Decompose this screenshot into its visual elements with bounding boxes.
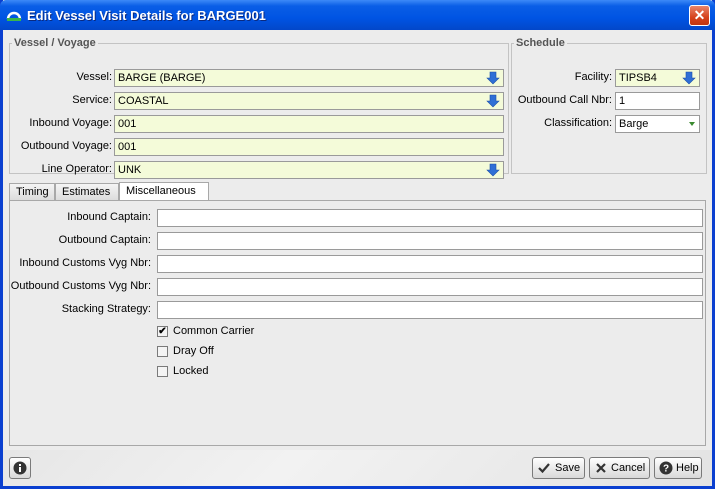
outbound-call-nbr-row: Outbound Call Nbr: 1 — [512, 92, 706, 110]
dray-off-label[interactable]: Dray Off — [173, 345, 214, 357]
outbound-voyage-input[interactable]: 001 — [114, 138, 504, 156]
tab-miscellaneous[interactable]: Miscellaneous — [119, 182, 209, 201]
arrow-down-icon[interactable] — [682, 71, 696, 85]
dialog-window: Edit Vessel Visit Details for BARGE001 ✕… — [0, 0, 715, 489]
x-icon — [596, 463, 606, 473]
vessel-row: Vessel: BARGE (BARGE) — [10, 69, 508, 87]
outbound-voyage-label: Outbound Voyage: — [20, 140, 112, 152]
info-button[interactable] — [9, 457, 31, 479]
cancel-button[interactable]: Cancel — [589, 457, 650, 479]
service-row: Service: COASTAL — [10, 92, 508, 110]
line-operator-dropdown[interactable]: UNK — [114, 161, 504, 179]
inbound-voyage-input[interactable]: 001 — [114, 115, 504, 133]
arrow-down-icon[interactable] — [486, 94, 500, 108]
facility-label: Facility: — [574, 71, 612, 83]
inbound-customs-input[interactable] — [157, 255, 703, 273]
inbound-captain-input[interactable] — [157, 209, 703, 227]
tab-timing[interactable]: Timing — [9, 183, 55, 200]
chevron-down-icon[interactable] — [689, 122, 695, 126]
checkmark-icon — [538, 463, 550, 474]
outbound-voyage-row: Outbound Voyage: 001 — [10, 138, 508, 156]
outbound-call-nbr-input[interactable]: 1 — [615, 92, 700, 110]
arrow-down-icon[interactable] — [486, 163, 500, 177]
locked-label[interactable]: Locked — [173, 365, 208, 377]
common-carrier-label[interactable]: Common Carrier — [173, 325, 254, 337]
outbound-call-nbr-label: Outbound Call Nbr: — [517, 94, 612, 106]
vessel-label: Vessel: — [76, 71, 112, 83]
dray-off-checkbox[interactable] — [157, 346, 168, 357]
outbound-captain-input[interactable] — [157, 232, 703, 250]
close-icon: ✕ — [693, 7, 706, 23]
stacking-strategy-input[interactable] — [157, 301, 703, 319]
button-bar: Save Cancel ? Help — [3, 450, 712, 486]
tab-timing-label: Timing — [16, 186, 49, 198]
vessel-voyage-group: Vessel / Voyage Vessel: BARGE (BARGE) Se… — [9, 37, 509, 179]
service-dropdown[interactable]: COASTAL — [114, 92, 504, 110]
inbound-customs-label: Inbound Customs Vyg Nbr: — [19, 257, 151, 269]
help-label: Help — [676, 462, 699, 474]
help-icon: ? — [659, 461, 673, 475]
classification-dropdown[interactable]: Barge — [615, 115, 700, 133]
vessel-value: BARGE (BARGE) — [118, 72, 206, 84]
facility-dropdown[interactable]: TIPSB4 — [615, 69, 700, 87]
info-icon — [13, 461, 27, 475]
inbound-captain-label: Inbound Captain: — [67, 211, 151, 223]
outbound-call-nbr-value: 1 — [619, 95, 626, 107]
svg-text:?: ? — [663, 464, 669, 475]
common-carrier-checkbox[interactable]: ✔ — [157, 326, 168, 337]
save-button[interactable]: Save — [532, 457, 585, 479]
inbound-voyage-label: Inbound Voyage: — [29, 117, 112, 129]
outbound-captain-label: Outbound Captain: — [58, 234, 151, 246]
title-bar[interactable]: Edit Vessel Visit Details for BARGE001 ✕ — [0, 0, 715, 30]
line-operator-value: UNK — [118, 164, 142, 176]
miscellaneous-panel: Inbound Captain: Outbound Captain: Inbou… — [9, 200, 706, 446]
classification-label: Classification: — [544, 117, 612, 129]
window-title: Edit Vessel Visit Details for BARGE001 — [27, 8, 266, 23]
vessel-voyage-legend: Vessel / Voyage — [14, 37, 96, 49]
tab-estimates[interactable]: Estimates — [55, 183, 119, 200]
save-label: Save — [555, 462, 581, 474]
classification-value: Barge — [619, 118, 649, 130]
outbound-voyage-value: 001 — [118, 141, 137, 153]
vessel-dropdown[interactable]: BARGE (BARGE) — [114, 69, 504, 87]
inbound-voyage-value: 001 — [118, 118, 137, 130]
classification-row: Classification: Barge — [512, 115, 706, 133]
facility-row: Facility: TIPSB4 — [512, 69, 706, 87]
locked-checkbox[interactable] — [157, 366, 168, 377]
cancel-label: Cancel — [611, 462, 646, 474]
tab-miscellaneous-label: Miscellaneous — [126, 185, 196, 197]
line-operator-label: Line Operator: — [41, 163, 112, 175]
schedule-legend: Schedule — [516, 37, 565, 49]
schedule-group: Schedule Facility: TIPSB4 Outbound Call … — [511, 37, 707, 174]
inbound-voyage-row: Inbound Voyage: 001 — [10, 115, 508, 133]
line-operator-row: Line Operator: UNK — [10, 161, 508, 179]
outbound-customs-label: Outbound Customs Vyg Nbr: — [10, 280, 151, 292]
dialog-content: Vessel / Voyage Vessel: BARGE (BARGE) Se… — [3, 30, 712, 486]
app-icon — [6, 11, 22, 21]
help-button[interactable]: ? Help — [654, 457, 702, 479]
arrow-down-icon[interactable] — [486, 71, 500, 85]
service-label: Service: — [72, 94, 112, 106]
service-value: COASTAL — [118, 95, 169, 107]
tab-estimates-label: Estimates — [62, 186, 111, 198]
outbound-customs-input[interactable] — [157, 278, 703, 296]
close-button[interactable]: ✕ — [689, 5, 710, 26]
facility-value: TIPSB4 — [619, 72, 657, 84]
stacking-strategy-label: Stacking Strategy: — [61, 303, 151, 315]
